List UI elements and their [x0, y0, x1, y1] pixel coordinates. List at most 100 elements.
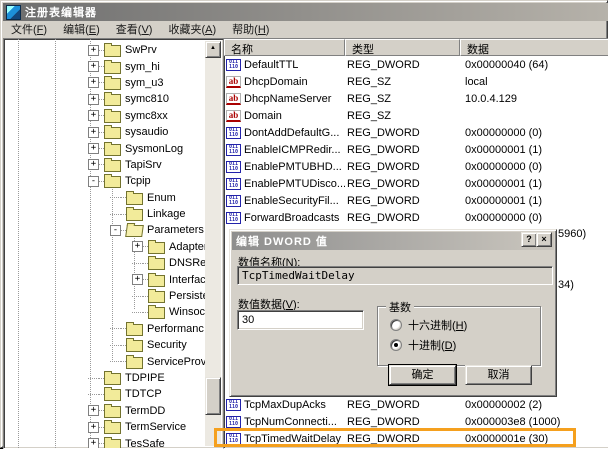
radio-hexadecimal[interactable]: 十六进制(H): [390, 317, 467, 333]
folder-icon: [104, 373, 121, 385]
tree-item[interactable]: + sysaudio: [6, 124, 205, 140]
expand-toggle-icon[interactable]: +: [88, 422, 99, 433]
tree-item[interactable]: + TesSafe: [6, 435, 205, 449]
tree-item[interactable]: DNSReg: [6, 255, 205, 271]
value-data: 0x00000001 (1): [460, 178, 608, 190]
tree-item[interactable]: Performanc: [6, 321, 205, 337]
expand-toggle-icon[interactable]: [132, 307, 143, 318]
tree-item[interactable]: Linkage: [6, 206, 205, 222]
expand-toggle-icon[interactable]: [88, 373, 99, 384]
registry-value-row[interactable]: EnableSecurityFil... REG_DWORD 0x0000000…: [224, 192, 608, 209]
value-data-input[interactable]: 30: [237, 310, 364, 330]
registry-value-row[interactable]: Domain REG_SZ: [224, 107, 608, 124]
scrollbar-thumb[interactable]: [205, 377, 221, 415]
expand-toggle-icon[interactable]: +: [88, 143, 99, 154]
tree-item[interactable]: Enum: [6, 190, 205, 206]
value-type-icon: [226, 110, 241, 122]
expand-toggle-icon[interactable]: +: [132, 274, 143, 285]
value-data: 0x00000000 (0): [460, 161, 608, 173]
tree-item[interactable]: + sym_u3: [6, 75, 205, 91]
tree-item-label: TDPIPE: [125, 372, 165, 384]
expand-toggle-icon[interactable]: +: [132, 241, 143, 252]
help-button[interactable]: ?: [521, 232, 537, 247]
expand-toggle-icon[interactable]: +: [88, 438, 99, 449]
list-header: 名称 类型 数据: [224, 39, 608, 56]
expand-toggle-icon[interactable]: [110, 323, 121, 334]
expand-toggle-icon[interactable]: [132, 258, 143, 269]
window-titlebar[interactable]: 注册表编辑器: [3, 3, 608, 21]
registry-value-row[interactable]: EnablePMTUBHD... REG_DWORD 0x00000000 (0…: [224, 158, 608, 175]
tree-item[interactable]: TDTCP: [6, 386, 205, 402]
tree-item[interactable]: + TapiSrv: [6, 157, 205, 173]
tree-item[interactable]: Winsock: [6, 304, 205, 320]
registry-value-row[interactable]: TcpTimedWaitDelay REG_DWORD 0x0000001e (…: [224, 430, 608, 447]
radio-icon[interactable]: [390, 319, 402, 331]
expand-toggle-icon[interactable]: +: [88, 127, 99, 138]
expand-toggle-icon[interactable]: [132, 291, 143, 302]
tree-item[interactable]: ServiceProv: [6, 353, 205, 369]
column-header-name[interactable]: 名称: [224, 39, 345, 56]
expand-toggle-icon[interactable]: -: [110, 225, 121, 236]
tree-item[interactable]: - Tcpip: [6, 173, 205, 189]
tree-item-label: symc8xx: [125, 110, 168, 122]
value-type-icon: [226, 76, 241, 88]
ok-button[interactable]: 确定: [389, 365, 456, 385]
tree-item[interactable]: TDPIPE: [6, 370, 205, 386]
scroll-up-arrow-icon[interactable]: ▲: [205, 41, 221, 58]
tree-item[interactable]: + Adapter: [6, 239, 205, 255]
expand-toggle-icon[interactable]: +: [88, 45, 99, 56]
registry-value-row[interactable]: ForwardBroadcasts REG_DWORD 0x00000000 (…: [224, 209, 608, 226]
radio-decimal[interactable]: 十进制(D): [390, 337, 456, 353]
menu-view[interactable]: 查看(V): [108, 20, 161, 38]
expand-toggle-icon[interactable]: [110, 356, 121, 367]
base-group-legend: 基数: [386, 299, 414, 315]
expand-toggle-icon[interactable]: +: [88, 159, 99, 170]
dialog-titlebar[interactable]: 编辑 DWORD 值: [232, 232, 554, 250]
value-type-icon: [226, 212, 241, 224]
expand-toggle-icon[interactable]: [110, 192, 121, 203]
column-header-data[interactable]: 数据: [460, 39, 608, 56]
tree-item[interactable]: + symc8xx: [6, 108, 205, 124]
expand-toggle-icon[interactable]: [88, 389, 99, 400]
folder-icon: [104, 127, 121, 139]
tree-item[interactable]: + sym_hi: [6, 58, 205, 74]
expand-toggle-icon[interactable]: +: [88, 405, 99, 416]
expand-toggle-icon[interactable]: +: [88, 110, 99, 121]
menu-favorites[interactable]: 收藏夹(A): [160, 20, 224, 38]
value-data: 10.0.4.129: [460, 93, 608, 105]
column-header-type[interactable]: 类型: [345, 39, 460, 56]
menu-edit[interactable]: 编辑(E): [55, 20, 108, 38]
expand-toggle-icon[interactable]: [110, 340, 121, 351]
registry-value-row[interactable]: TcpNumConnecti... REG_DWORD 0x000003e8 (…: [224, 413, 608, 430]
cancel-button[interactable]: 取消: [465, 365, 532, 385]
tree-item[interactable]: Persiste: [6, 288, 205, 304]
expand-toggle-icon[interactable]: +: [88, 61, 99, 72]
tree-item[interactable]: + Interfac: [6, 271, 205, 287]
tree-item[interactable]: + TermService: [6, 419, 205, 435]
registry-value-row[interactable]: DontAddDefaultG... REG_DWORD 0x00000000 …: [224, 124, 608, 141]
expand-toggle-icon[interactable]: [110, 209, 121, 220]
expand-toggle-icon[interactable]: +: [88, 77, 99, 88]
folder-icon: [104, 160, 121, 172]
registry-value-row[interactable]: EnableICMPRedir... REG_DWORD 0x00000001 …: [224, 141, 608, 158]
close-icon[interactable]: ×: [536, 232, 552, 247]
expand-toggle-icon[interactable]: -: [88, 176, 99, 187]
registry-value-row[interactable]: DhcpNameServer REG_SZ 10.0.4.129: [224, 90, 608, 107]
expand-toggle-icon[interactable]: +: [88, 94, 99, 105]
tree-scrollbar[interactable]: ▲: [205, 41, 221, 446]
registry-value-row[interactable]: DefaultTTL REG_DWORD 0x00000040 (64): [224, 56, 608, 73]
value-name: DontAddDefaultG...: [244, 127, 339, 139]
tree-item[interactable]: + symc810: [6, 91, 205, 107]
menu-file[interactable]: 文件(F): [3, 20, 55, 38]
registry-value-row[interactable]: TcpMaxDupAcks REG_DWORD 0x00000002 (2): [224, 396, 608, 413]
registry-value-row[interactable]: DhcpDomain REG_SZ local: [224, 73, 608, 90]
value-type-icon: [226, 161, 241, 173]
tree-item[interactable]: + SysmonLog: [6, 140, 205, 156]
registry-value-row[interactable]: EnablePMTUDisco... REG_DWORD 0x00000001 …: [224, 175, 608, 192]
tree-item[interactable]: + SwPrv: [6, 42, 205, 58]
tree-item[interactable]: + TermDD: [6, 403, 205, 419]
tree-item[interactable]: Security: [6, 337, 205, 353]
menu-help[interactable]: 帮助(H): [224, 20, 277, 38]
radio-checked-icon[interactable]: [390, 339, 402, 351]
tree-item[interactable]: - Parameters: [6, 222, 205, 238]
